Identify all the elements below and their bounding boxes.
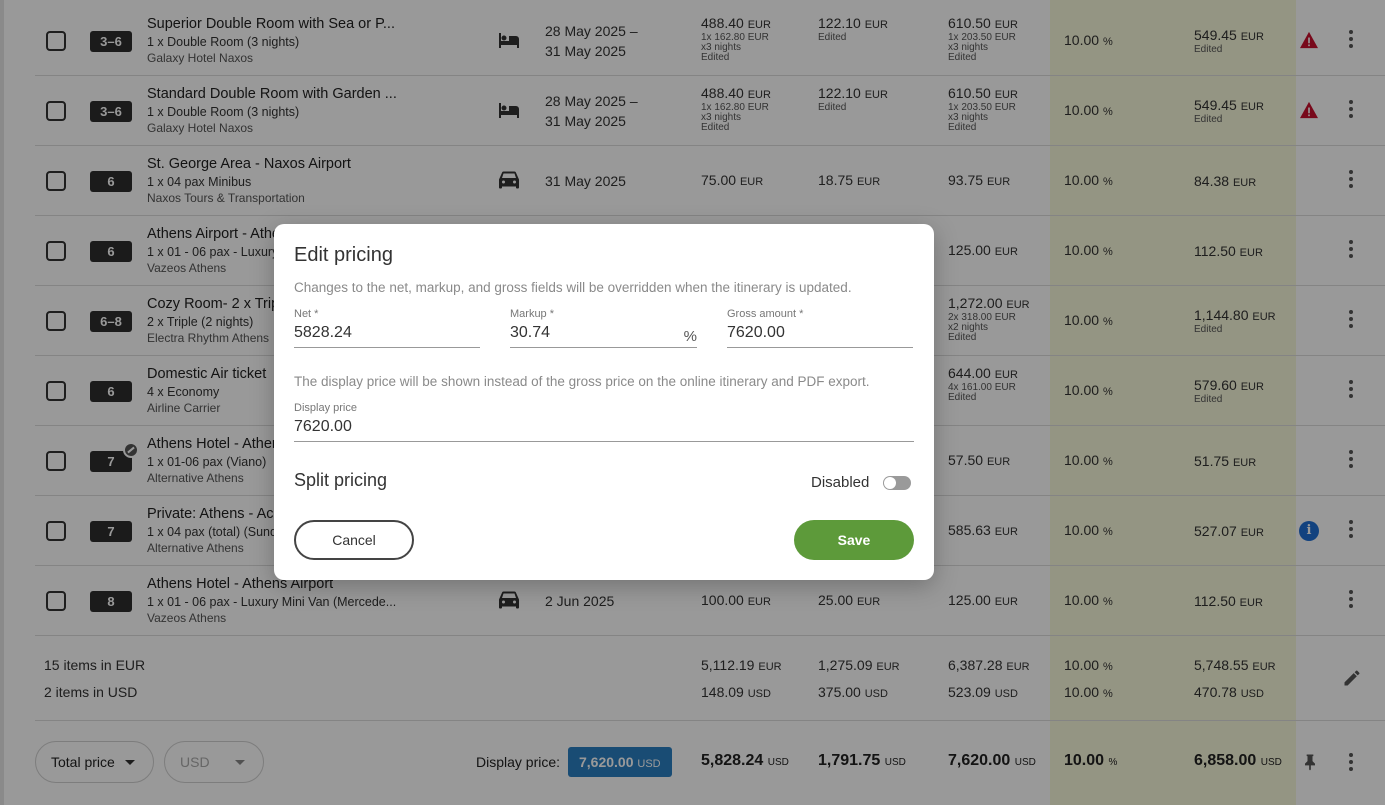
gross-input[interactable] xyxy=(727,324,913,342)
display-price-input[interactable] xyxy=(294,418,914,436)
split-pricing-toggle[interactable] xyxy=(883,476,911,490)
markup-field: Markup * % xyxy=(510,308,697,348)
cancel-button[interactable]: Cancel xyxy=(294,520,414,560)
override-note: Changes to the net, markup, and gross fi… xyxy=(294,280,852,295)
gross-label: Gross amount * xyxy=(727,308,804,320)
gross-field: Gross amount * xyxy=(727,308,913,348)
save-button[interactable]: Save xyxy=(794,520,914,560)
markup-label: Markup * xyxy=(510,308,555,320)
split-pricing-label: Split pricing xyxy=(294,470,388,490)
net-label: Net * xyxy=(294,308,319,320)
split-pricing-state: Disabled xyxy=(811,474,870,491)
display-price-field: Display price xyxy=(294,402,914,442)
markup-unit: % xyxy=(683,328,697,345)
edit-pricing-dialog: Edit pricing Changes to the net, markup,… xyxy=(274,224,934,580)
toggle-knob xyxy=(884,477,896,489)
net-input[interactable] xyxy=(294,324,480,342)
markup-input[interactable] xyxy=(510,324,670,342)
net-field: Net * xyxy=(294,308,480,348)
dialog-title: Edit pricing xyxy=(294,244,393,266)
display-price-field-label: Display price xyxy=(294,402,357,414)
display-price-note: The display price will be shown instead … xyxy=(294,374,870,389)
